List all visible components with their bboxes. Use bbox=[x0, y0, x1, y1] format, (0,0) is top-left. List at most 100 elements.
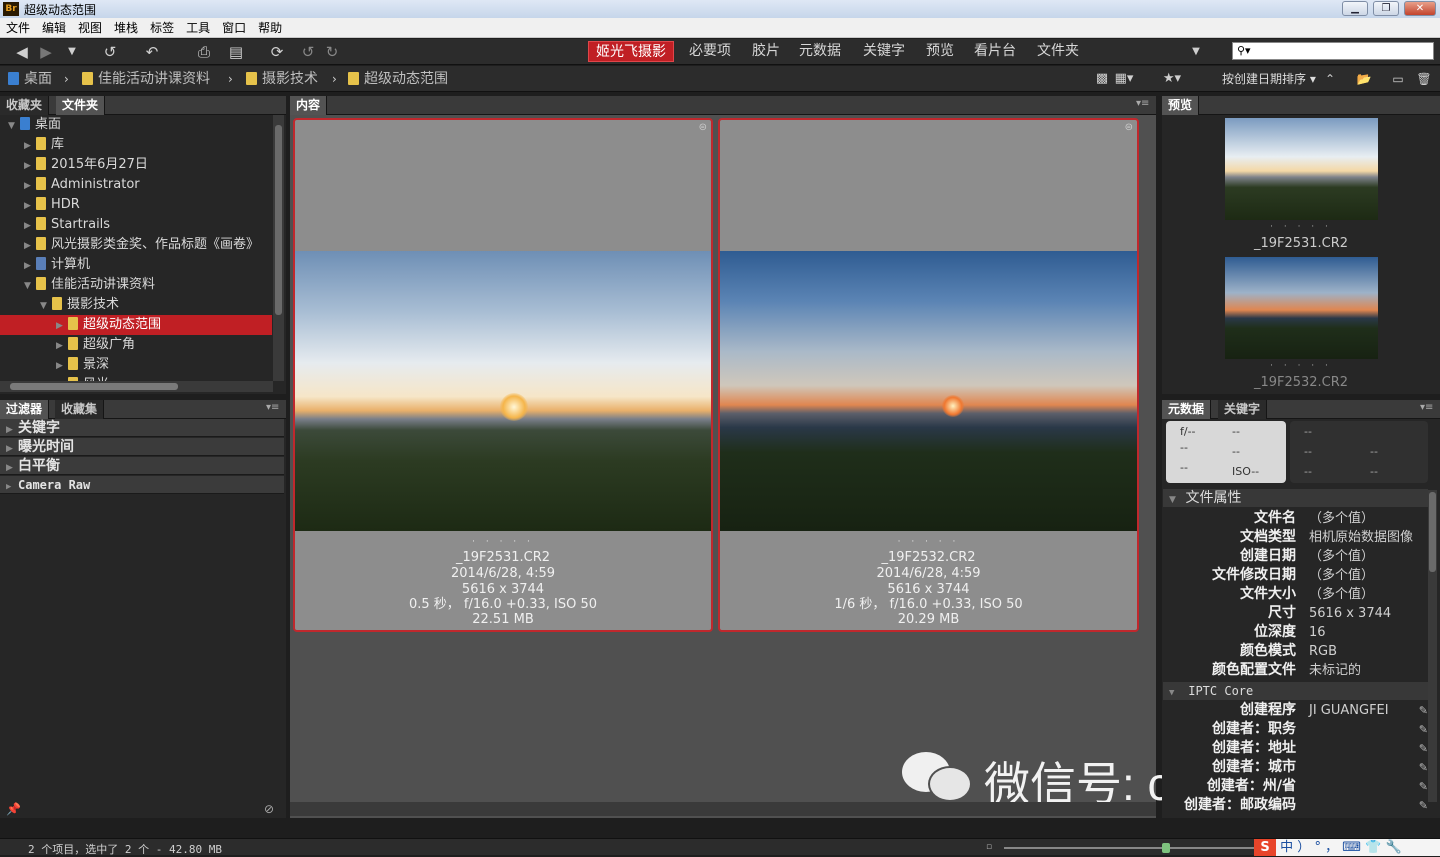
folder-tree-item[interactable]: ▼ 桌面 bbox=[0, 115, 272, 135]
search-input[interactable]: ⚲▾ bbox=[1232, 42, 1434, 60]
tab-preview[interactable]: 预览 bbox=[1162, 96, 1200, 115]
pin-icon[interactable]: 📌 bbox=[6, 802, 21, 816]
ime-tools-icon[interactable]: 🔧 bbox=[1385, 840, 1401, 855]
thumbnail-card[interactable]: ⊜ · · · · · _19F2532.CR2 2014/6/28, 4:59… bbox=[718, 118, 1139, 632]
edit-pencil-icon[interactable]: ✎ bbox=[1419, 720, 1428, 739]
section-iptc-core[interactable]: ▼ IPTC Core bbox=[1163, 682, 1428, 700]
breadcrumb-folder-1[interactable]: 佳能活动讲课资料 bbox=[82, 70, 210, 88]
ime-skin-icon[interactable]: 👕 bbox=[1365, 840, 1381, 855]
panel-menu-icon[interactable]: ▾≡ bbox=[1420, 402, 1433, 413]
panel-menu-icon[interactable]: ▾≡ bbox=[266, 402, 279, 413]
workspace-tab-2[interactable]: 胶片 bbox=[745, 41, 787, 62]
menu-stack[interactable]: 堆栈 bbox=[108, 18, 144, 38]
folder-tree-item[interactable]: ▶ Administrator bbox=[0, 175, 272, 195]
workspace-tab-3[interactable]: 元数据 bbox=[792, 41, 848, 62]
ime-keyboard-icon[interactable]: ⌨ bbox=[1342, 840, 1361, 855]
edit-pencil-icon[interactable]: ✎ bbox=[1419, 758, 1428, 777]
tab-content[interactable]: 内容 bbox=[290, 96, 328, 115]
zoom-slider[interactable] bbox=[1004, 843, 1254, 853]
expand-arrow-icon[interactable]: ▶ bbox=[56, 336, 68, 355]
preview-image-1[interactable] bbox=[1225, 118, 1378, 220]
metadata-scrollbar-thumb[interactable] bbox=[1429, 492, 1436, 572]
ime-moon-icon[interactable]: ） bbox=[1297, 840, 1310, 855]
camera-raw-icon[interactable]: ⟳ bbox=[267, 43, 287, 61]
breadcrumb-desktop[interactable]: 桌面 bbox=[8, 70, 52, 88]
menu-view[interactable]: 视图 bbox=[72, 18, 108, 38]
clear-filter-icon[interactable]: ⊘ bbox=[264, 802, 274, 816]
sort-dropdown[interactable]: 按创建日期排序 ▾ bbox=[1222, 70, 1316, 88]
filter-exposure-time[interactable]: ▶ 曝光时间 bbox=[0, 438, 284, 456]
edit-pencil-icon[interactable]: ✎ bbox=[1419, 796, 1428, 815]
menu-window[interactable]: 窗口 bbox=[216, 18, 252, 38]
tab-metadata[interactable]: 元数据 bbox=[1162, 400, 1212, 419]
folder-tree-item[interactable]: ▶ 2015年6月27日 bbox=[0, 155, 272, 175]
folder-tree-item[interactable]: ▶ HDR bbox=[0, 195, 272, 215]
metadata-scrollbar[interactable] bbox=[1428, 490, 1437, 802]
filter-camera-raw[interactable]: ▶ Camera Raw bbox=[0, 476, 284, 494]
breadcrumb-folder-3[interactable]: 超级动态范围 bbox=[348, 70, 448, 88]
workspace-tab-0[interactable]: 姬光飞摄影 bbox=[588, 41, 674, 62]
workspace-tab-4[interactable]: 关键字 bbox=[856, 41, 912, 62]
folder-tree-item[interactable]: ▼ 摄影技术 bbox=[0, 295, 272, 315]
stack-icon[interactable]: ⊜ bbox=[699, 122, 707, 133]
workspace-tab-6[interactable]: 看片台 bbox=[967, 41, 1023, 62]
expand-arrow-icon[interactable]: ▼ bbox=[8, 116, 20, 135]
expand-arrow-icon[interactable]: ▶ bbox=[24, 176, 36, 195]
ime-punct-icon[interactable]: ° bbox=[1314, 840, 1321, 855]
star-filter-icon[interactable]: ★▾ bbox=[1162, 70, 1182, 88]
folder-tree-item[interactable]: ▶ 计算机 bbox=[0, 255, 272, 275]
edit-pencil-icon[interactable]: ✎ bbox=[1419, 701, 1428, 720]
workspace-tab-5[interactable]: 预览 bbox=[919, 41, 961, 62]
tab-keywords[interactable]: 关键字 bbox=[1218, 400, 1268, 419]
folder-tree-item[interactable]: ▶ 景深 bbox=[0, 355, 272, 375]
tab-folders[interactable]: 文件夹 bbox=[56, 96, 106, 115]
thumbnail-quality-icon[interactable]: ▩ bbox=[1092, 70, 1112, 88]
open-recent-folder-icon[interactable]: 📂 bbox=[1354, 70, 1374, 88]
folder-tree-item[interactable]: ▶ 超级动态范围 bbox=[0, 315, 272, 335]
expand-arrow-icon[interactable]: ▶ bbox=[24, 236, 36, 255]
sort-ascending-icon[interactable]: ⌃ bbox=[1320, 70, 1340, 88]
workspace-tab-7[interactable]: 文件夹 bbox=[1030, 41, 1086, 62]
filter-white-balance[interactable]: ▶ 白平衡 bbox=[0, 457, 284, 475]
metadata-value[interactable]: JI GUANGFEI bbox=[1309, 701, 1389, 720]
recent-dropdown-icon[interactable]: ▼ bbox=[62, 43, 82, 61]
menu-tools[interactable]: 工具 bbox=[180, 18, 216, 38]
tree-scrollbar-thumb[interactable] bbox=[275, 125, 282, 315]
folder-tree-item[interactable]: ▶ 库 bbox=[0, 135, 272, 155]
close-button[interactable]: ✕ bbox=[1404, 1, 1436, 16]
expand-arrow-icon[interactable]: ▶ bbox=[56, 356, 68, 375]
reveal-recent-icon[interactable]: ↺ bbox=[100, 43, 120, 61]
forward-arrow-icon[interactable]: ▶ bbox=[36, 43, 56, 61]
trash-icon[interactable]: 🗑 bbox=[1414, 70, 1434, 88]
ime-comma-icon[interactable]: ， bbox=[1325, 840, 1338, 855]
view-options-icon[interactable]: ▦▾ bbox=[1114, 70, 1134, 88]
thumbnail-card[interactable]: ⊜ · · · · · _19F2531.CR2 2014/6/28, 4:59… bbox=[293, 118, 713, 632]
folder-tree-item[interactable]: ▶ 超级广角 bbox=[0, 335, 272, 355]
tab-favorites[interactable]: 收藏夹 bbox=[0, 96, 50, 115]
workspace-tab-1[interactable]: 必要项 bbox=[682, 41, 738, 62]
content-scrollbar[interactable] bbox=[290, 802, 1156, 816]
expand-arrow-icon[interactable]: ▶ bbox=[24, 136, 36, 155]
expand-arrow-icon[interactable]: ▶ bbox=[24, 256, 36, 275]
folder-tree-item[interactable]: ▶ 风光摄影类金奖、作品标题《画卷》 bbox=[0, 235, 272, 255]
restore-button[interactable]: ❐ bbox=[1373, 1, 1399, 16]
section-file-properties[interactable]: ▼ 文件属性 bbox=[1163, 489, 1428, 507]
rotate-left-icon[interactable]: ↺ bbox=[298, 43, 318, 61]
rotate-right-icon[interactable]: ↻ bbox=[322, 43, 342, 61]
tab-collections[interactable]: 收藏集 bbox=[55, 400, 105, 419]
get-photos-icon[interactable]: ⎙ bbox=[194, 43, 214, 61]
expand-arrow-icon[interactable]: ▼ bbox=[40, 296, 52, 315]
menu-file[interactable]: 文件 bbox=[0, 18, 36, 38]
stack-icon[interactable]: ⊜ bbox=[1125, 122, 1133, 133]
edit-pencil-icon[interactable]: ✎ bbox=[1419, 777, 1428, 796]
menu-label[interactable]: 标签 bbox=[144, 18, 180, 38]
tree-scrollbar[interactable] bbox=[273, 115, 284, 381]
workspace-dropdown-icon[interactable]: ▼ bbox=[1186, 43, 1206, 61]
folder-tree-item[interactable]: ▼ 佳能活动讲课资料 bbox=[0, 275, 272, 295]
tree-hscrollbar[interactable] bbox=[0, 381, 273, 392]
return-to-app-icon[interactable]: ↶ bbox=[142, 43, 162, 61]
refine-icon[interactable]: ▤ bbox=[226, 43, 246, 61]
menu-edit[interactable]: 编辑 bbox=[36, 18, 72, 38]
minimize-button[interactable]: ▁ bbox=[1342, 1, 1368, 16]
expand-arrow-icon[interactable]: ▶ bbox=[56, 316, 68, 335]
